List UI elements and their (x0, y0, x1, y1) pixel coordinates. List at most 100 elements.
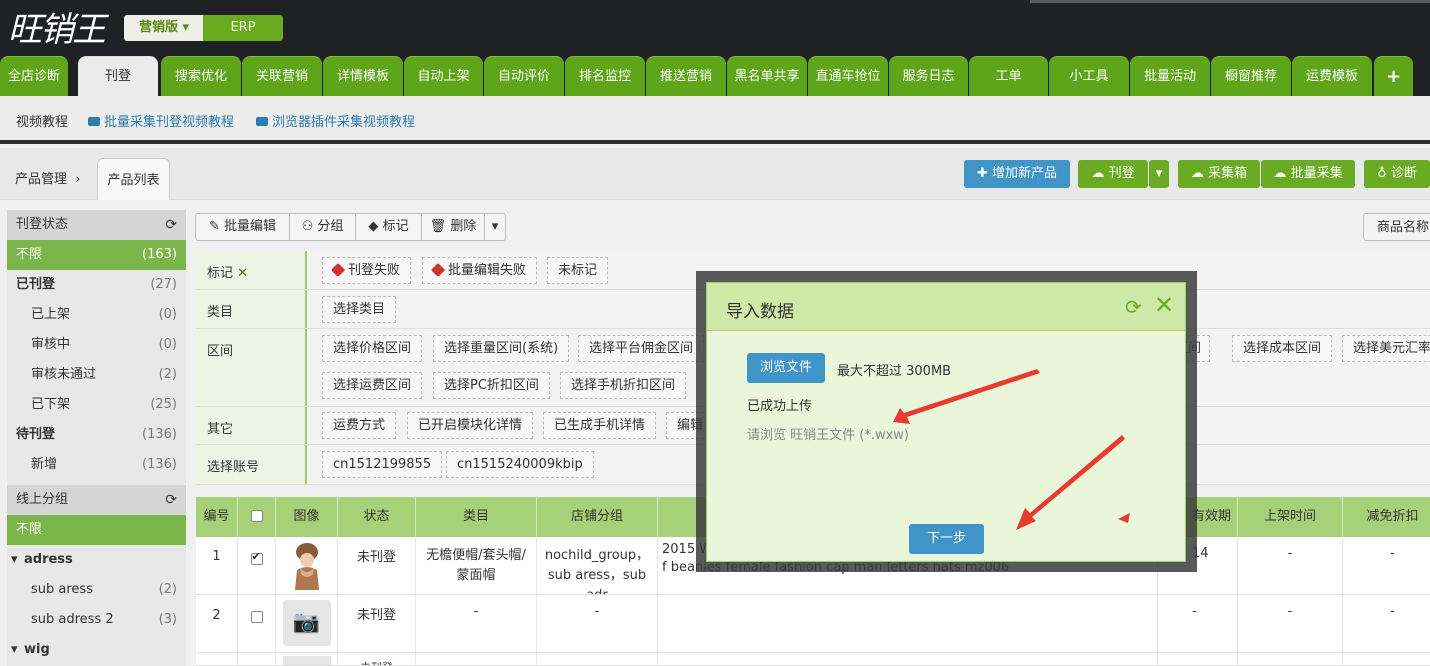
sidebar-item-group-wig[interactable]: ▾ wig (7, 635, 186, 665)
table-row[interactable]: 2 📷 未刊登 - - - - - (196, 595, 1430, 653)
chip-pc-discount-range[interactable]: 选择PC折扣区间 (433, 372, 550, 399)
chip-publish-failed[interactable]: 刊登失败 (322, 257, 412, 284)
tab-14[interactable]: 批量活动 (1130, 56, 1210, 96)
sidebar-item-delisted[interactable]: 已下架 (25) (7, 390, 186, 420)
tab-12[interactable]: 工单 (969, 56, 1048, 96)
tab-6[interactable]: 自动评价 (484, 56, 564, 96)
sidebar-item-reviewing[interactable]: 审核中 (0) (7, 330, 186, 360)
row-title[interactable] (658, 595, 1158, 652)
product-image[interactable] (276, 537, 338, 594)
status-filter-header: 刊登状态 ⟳ (7, 210, 186, 240)
sidebar-item-published[interactable]: 已刊登 (27) (7, 270, 186, 300)
publish-button[interactable]: ☁ 刊登 (1078, 160, 1148, 188)
tab-5[interactable]: 自动上架 (404, 56, 483, 96)
chip-weight-range[interactable]: 选择重量区间(系统) (433, 335, 570, 362)
col-discount[interactable]: 减免折扣 (1343, 497, 1430, 537)
row-checkbox-cell (238, 653, 276, 665)
chip-account-2[interactable]: cn1515240009kbip (446, 451, 594, 478)
chip-select-category[interactable]: 选择类目 (322, 296, 397, 323)
chip-price-range[interactable]: 选择价格区间 (322, 335, 423, 362)
tab-1[interactable]: 刊登 (78, 56, 158, 96)
col-select-all[interactable] (238, 497, 276, 537)
chip-commission-range[interactable]: 选择平台佣金区间 (578, 335, 705, 362)
close-icon[interactable]: ✕ (237, 266, 248, 281)
row-checkbox[interactable] (250, 611, 263, 623)
group-button[interactable]: ⚇ 分组 (290, 214, 356, 240)
col-category[interactable]: 类目 (416, 497, 537, 537)
sidebar-item-rejected[interactable]: 审核未通过 (2) (7, 360, 186, 390)
sidebar-item-group-sub-adress-2[interactable]: sub adress 2 (3) (7, 605, 186, 635)
sidebar-item-status-all[interactable]: 不限 (163) (7, 240, 186, 270)
chip-unmarked[interactable]: 未标记 (547, 257, 609, 284)
sidebar-item-new[interactable]: 新增 (136) (7, 450, 186, 480)
tab-4[interactable]: 详情模板 (323, 56, 403, 96)
erp-button[interactable]: ERP (203, 15, 283, 41)
mark-button[interactable]: ◆ 标记 (356, 214, 422, 240)
sidebar-item-group-sub-aress[interactable]: sub aress (2) (7, 575, 186, 605)
tab-2[interactable]: 搜索优化 (161, 56, 241, 96)
tab-17[interactable]: + (1374, 56, 1413, 96)
edition-selector[interactable]: 营销版 ▾ (124, 15, 204, 41)
tab-product-list[interactable]: 产品列表 (97, 158, 170, 200)
filter-label-category: 类目 (196, 290, 307, 328)
row-listing-time: - (1238, 537, 1343, 594)
sidebar-item-label: 审核中 (31, 337, 71, 352)
refresh-icon[interactable]: ⟳ (165, 210, 177, 240)
chip-account-1[interactable]: cn1512199855 (322, 451, 443, 478)
diagnose-button[interactable]: ♁ 诊断 (1364, 160, 1430, 188)
refresh-icon[interactable]: ⟳ (1125, 295, 1142, 319)
product-image-placeholder[interactable]: 📷 (276, 595, 338, 652)
tab-9[interactable]: 黑名单共享 (727, 56, 807, 96)
col-status[interactable]: 状态 (338, 497, 416, 537)
tab-16[interactable]: 运费模板 (1292, 56, 1372, 96)
tab-3[interactable]: 关联营销 (242, 56, 322, 96)
sub-nav: 视频教程 批量采集刊登视频教程 浏览器插件采集视频教程 (0, 96, 1430, 144)
sidebar-item-count: (2) (158, 367, 177, 382)
batch-collect-button[interactable]: ☁ 批量采集 (1261, 160, 1355, 188)
product-image-placeholder[interactable] (276, 653, 338, 665)
filter-label-range: 区间 (196, 329, 307, 406)
col-number[interactable]: 编号 (196, 497, 238, 537)
row-store-group (537, 653, 658, 665)
chip-modular-detail[interactable]: 已开启模块化详情 (407, 412, 534, 439)
tab-0[interactable]: 全店诊断 (0, 56, 68, 96)
chip-shipping-method[interactable]: 运费方式 (322, 412, 397, 439)
tab-13[interactable]: 小工具 (1049, 56, 1129, 96)
sidebar-item-group-all[interactable]: 不限 (7, 515, 186, 545)
sidebar-item-listed[interactable]: 已上架 (0) (7, 300, 186, 330)
more-dropdown-button[interactable]: ▾ (485, 214, 505, 240)
tab-7[interactable]: 排名监控 (565, 56, 645, 96)
sidebar-item-group-adress[interactable]: ▾ adress (7, 545, 186, 575)
chip-mobile-detail[interactable]: 已生成手机详情 (543, 412, 657, 439)
collect-box-button[interactable]: ☁ 采集箱 (1178, 160, 1260, 188)
chip-shipping-range[interactable]: 选择运费区间 (322, 372, 423, 399)
logo[interactable]: 旺销王 (8, 2, 106, 51)
video-link-plugin[interactable]: 浏览器插件采集视频教程 (256, 111, 415, 130)
refresh-icon[interactable]: ⟳ (165, 485, 177, 515)
select-all-checkbox[interactable] (250, 510, 263, 522)
breadcrumb[interactable]: 产品管理 › (15, 168, 80, 187)
publish-dropdown-button[interactable]: ▾ (1149, 160, 1169, 188)
tab-11[interactable]: 服务日志 (889, 56, 968, 96)
table-row[interactable]: 未刊登 (196, 653, 1430, 666)
chip-cost-range[interactable]: 选择成本区间 (1232, 335, 1333, 362)
chip-batch-edit-failed[interactable]: 批量编辑失败 (422, 257, 538, 284)
batch-edit-button[interactable]: ✎ 批量编辑 (196, 214, 290, 240)
sidebar-item-pending[interactable]: 待刊登 (136) (7, 420, 186, 450)
product-name-dropdown[interactable]: 商品名称 (1363, 213, 1430, 241)
next-step-button[interactable]: 下一步 (909, 524, 984, 554)
delete-button[interactable]: 🗑 删除 (422, 214, 485, 240)
close-icon[interactable]: ✕ (1154, 291, 1174, 319)
chip-usd-rate[interactable]: 选择美元汇率 (1342, 335, 1430, 362)
col-store-group[interactable]: 店铺分组 (537, 497, 658, 537)
row-checkbox[interactable] (250, 550, 263, 565)
video-tutorial-label: 视频教程 (16, 115, 69, 130)
chip-mobile-discount-range[interactable]: 选择手机折扣区间 (560, 372, 687, 399)
tab-15[interactable]: 橱窗推荐 (1211, 56, 1291, 96)
tab-8[interactable]: 推送营销 (646, 56, 726, 96)
col-listing-time[interactable]: 上架时间 (1238, 497, 1343, 537)
tab-10[interactable]: 直通车抢位 (808, 56, 888, 96)
video-link-batch[interactable]: 批量采集刊登视频教程 (88, 111, 234, 130)
browse-file-button[interactable]: 浏览文件 (747, 353, 825, 383)
add-product-button[interactable]: ✚ 增加新产品 (964, 160, 1070, 188)
